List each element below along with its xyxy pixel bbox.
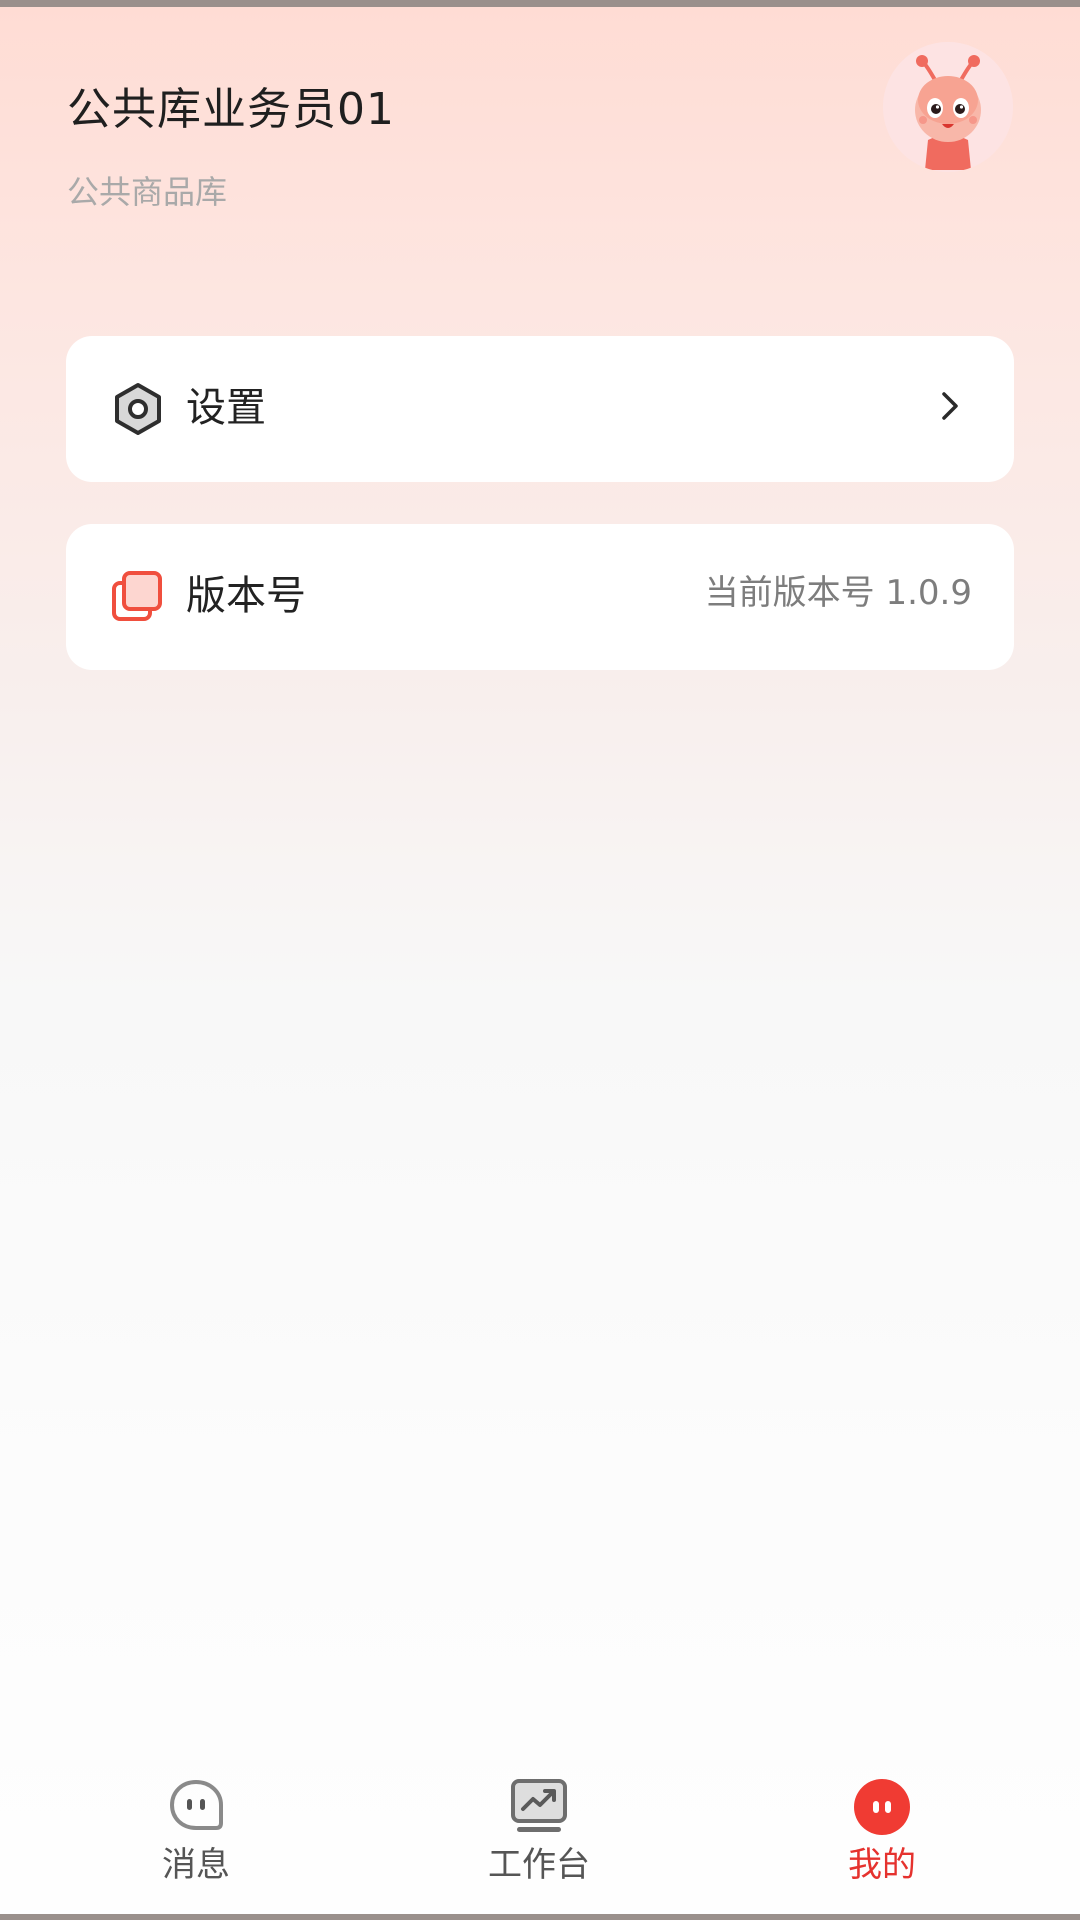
chevron-right-icon — [936, 386, 964, 426]
gear-icon — [110, 381, 166, 437]
version-label: 版本号 — [186, 573, 306, 619]
avatar[interactable] — [883, 42, 1013, 172]
message-icon — [166, 1777, 226, 1837]
version-row: 版本号 当前版本号 1.0.9 — [66, 524, 1014, 670]
tab-label: 工作台 — [488, 1845, 590, 1885]
user-name: 公共库业务员01 — [67, 84, 395, 135]
navigation-bar-edge — [0, 1914, 1080, 1920]
tab-mine[interactable]: 我的 — [782, 1760, 982, 1914]
user-organization: 公共商品库 — [67, 173, 228, 211]
settings-label: 设置 — [186, 385, 266, 431]
tab-label: 消息 — [162, 1845, 230, 1885]
bottom-tab-bar: 消息 工作台 我的 — [0, 1760, 1080, 1914]
tab-workbench[interactable]: 工作台 — [439, 1760, 639, 1914]
version-value: 当前版本号 1.0.9 — [704, 573, 972, 613]
layers-icon — [110, 569, 166, 625]
tab-messages[interactable]: 消息 — [96, 1760, 296, 1914]
ant-mascot-avatar-icon — [883, 42, 1013, 172]
tab-label: 我的 — [848, 1845, 916, 1885]
settings-row[interactable]: 设置 — [66, 336, 1014, 482]
status-bar-edge — [0, 0, 1080, 7]
workbench-icon — [509, 1777, 569, 1837]
mine-icon — [852, 1777, 912, 1837]
